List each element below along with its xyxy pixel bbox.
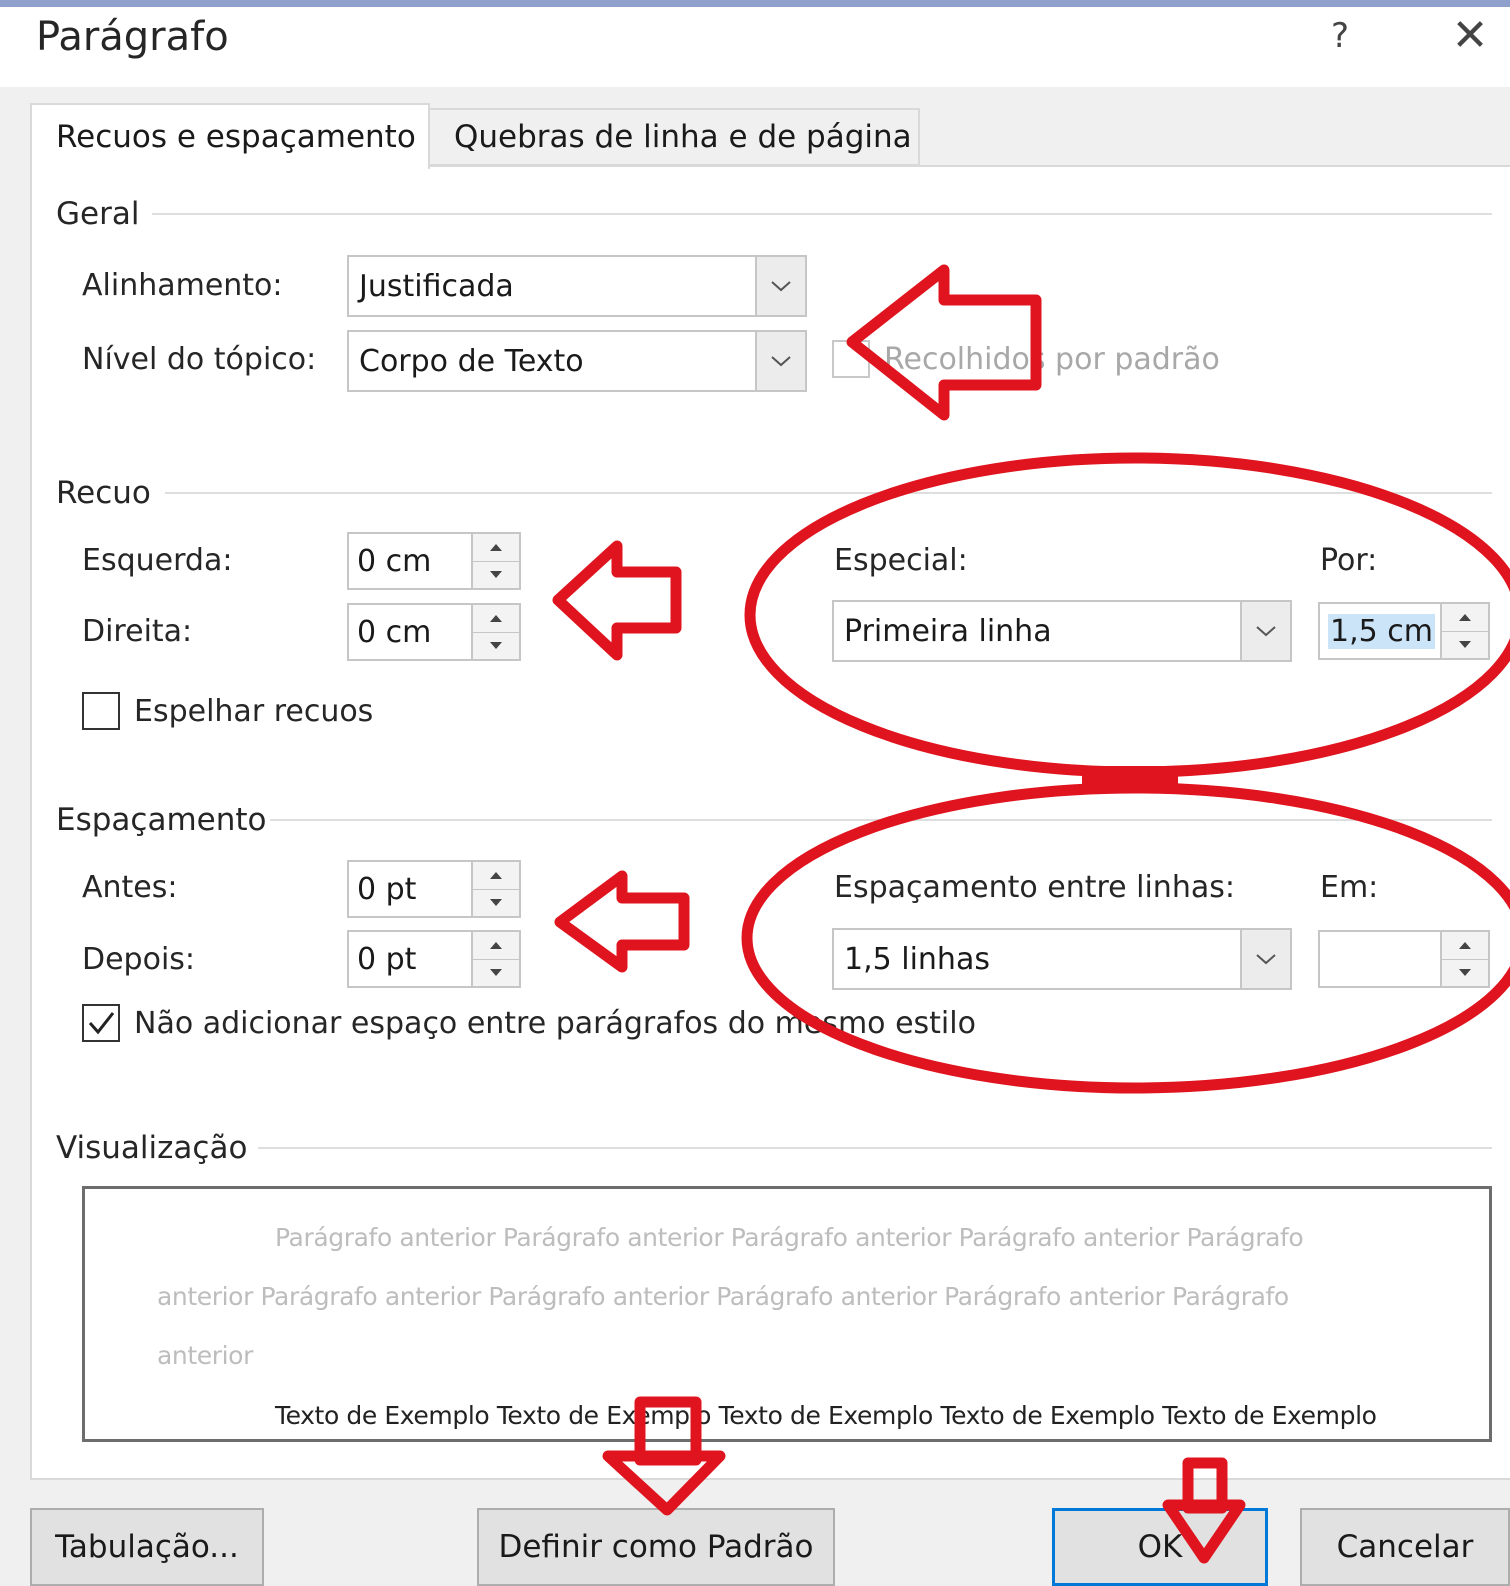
esquerda-label: Esquerda: — [82, 543, 233, 578]
section-geral-title: Geral — [56, 196, 140, 232]
direita-spinner[interactable]: 0 cm — [347, 603, 521, 661]
nao-adicionar-label: Não adicionar espaço entre parágrafos do… — [134, 1006, 976, 1041]
depois-spinner[interactable]: 0 pt — [347, 930, 521, 988]
close-button[interactable]: ✕ — [1445, 12, 1495, 62]
preview-previous-line: anterior — [157, 1341, 253, 1370]
entre-linhas-select[interactable]: 1,5 linhas — [832, 928, 1292, 990]
nao-adicionar-checkbox[interactable] — [82, 1004, 120, 1042]
preview-sample-line: Texto de Exemplo Texto de Exemplo Texto … — [275, 1401, 1377, 1430]
nivel-topico-select[interactable]: Corpo de Texto — [347, 330, 807, 392]
por-label: Por: — [1320, 543, 1378, 578]
tabulacao-label: Tabulação... — [55, 1529, 239, 1565]
chevron-down-icon — [755, 332, 805, 390]
nivel-topico-value: Corpo de Texto — [359, 343, 584, 379]
section-visualizacao-title: Visualização — [56, 1130, 248, 1166]
spin-up-down-icon[interactable] — [471, 605, 519, 659]
spin-up-down-icon[interactable] — [1440, 604, 1488, 658]
cancelar-label: Cancelar — [1336, 1529, 1474, 1565]
esquerda-value: 0 cm — [357, 543, 432, 579]
entre-linhas-label: Espaçamento entre linhas: — [834, 870, 1235, 905]
ok-label: OK — [1137, 1529, 1183, 1565]
definir-padrao-button[interactable]: Definir como Padrão — [477, 1508, 835, 1586]
em-label: Em: — [1320, 870, 1379, 905]
definir-padrao-label: Definir como Padrão — [498, 1529, 814, 1565]
especial-label: Especial: — [834, 543, 968, 578]
ok-button[interactable]: OK — [1052, 1508, 1268, 1586]
alinhamento-value: Justificada — [359, 268, 514, 304]
preview-box: Parágrafo anterior Parágrafo anterior Pa… — [82, 1186, 1492, 1442]
spin-up-down-icon[interactable] — [471, 862, 519, 916]
alinhamento-label: Alinhamento: — [82, 268, 283, 303]
direita-label: Direita: — [82, 614, 193, 649]
esquerda-spinner[interactable]: 0 cm — [347, 532, 521, 590]
section-espacamento-title: Espaçamento — [56, 802, 267, 838]
section-divider — [258, 1147, 1492, 1149]
em-spinner[interactable] — [1318, 930, 1490, 988]
tab-label: Recuos e espaçamento — [56, 119, 416, 155]
spin-up-down-icon[interactable] — [471, 932, 519, 986]
por-value: 1,5 cm — [1328, 613, 1435, 649]
depois-value: 0 pt — [357, 941, 417, 977]
chevron-down-icon — [1240, 930, 1290, 988]
antes-spinner[interactable]: 0 pt — [347, 860, 521, 918]
check-icon — [88, 1012, 115, 1035]
depois-label: Depois: — [82, 942, 196, 977]
tab-quebras[interactable]: Quebras de linha e de página — [430, 108, 920, 166]
section-divider — [152, 213, 1492, 215]
preview-previous-line: anterior Parágrafo anterior Parágrafo an… — [157, 1282, 1289, 1311]
alinhamento-select[interactable]: Justificada — [347, 255, 807, 317]
section-divider — [270, 819, 1492, 821]
chevron-down-icon — [755, 257, 805, 315]
help-button[interactable]: ? — [1320, 16, 1360, 60]
dialog-title: Parágrafo — [36, 14, 229, 60]
close-icon: ✕ — [1451, 10, 1489, 61]
por-spinner[interactable]: 1,5 cm — [1318, 602, 1490, 660]
recolhidos-label: Recolhidos por padrão — [884, 342, 1220, 377]
section-recuo-title: Recuo — [56, 475, 151, 511]
antes-value: 0 pt — [357, 871, 417, 907]
tab-recuos-espacamento[interactable]: Recuos e espaçamento — [30, 103, 430, 169]
espelhar-recuos-checkbox[interactable] — [82, 692, 120, 730]
chevron-down-icon — [1240, 602, 1290, 660]
recolhidos-checkbox[interactable] — [832, 340, 870, 378]
especial-select[interactable]: Primeira linha — [832, 600, 1292, 662]
entre-linhas-value: 1,5 linhas — [844, 941, 990, 977]
nivel-topico-label: Nível do tópico: — [82, 342, 317, 377]
espelhar-recuos-label: Espelhar recuos — [134, 694, 374, 729]
por-value-wrap: 1,5 cm — [1320, 613, 1440, 649]
spin-up-down-icon[interactable] — [1440, 932, 1488, 986]
spin-up-down-icon[interactable] — [471, 534, 519, 588]
window-top-strip — [0, 0, 1510, 7]
cancelar-button[interactable]: Cancelar — [1300, 1508, 1510, 1586]
tab-label: Quebras de linha e de página — [454, 119, 912, 155]
antes-label: Antes: — [82, 870, 178, 905]
section-divider — [165, 492, 1492, 494]
tabulacao-button[interactable]: Tabulação... — [30, 1508, 264, 1586]
especial-value: Primeira linha — [844, 613, 1052, 649]
preview-previous-line: Parágrafo anterior Parágrafo anterior Pa… — [275, 1223, 1304, 1252]
direita-value: 0 cm — [357, 614, 432, 650]
